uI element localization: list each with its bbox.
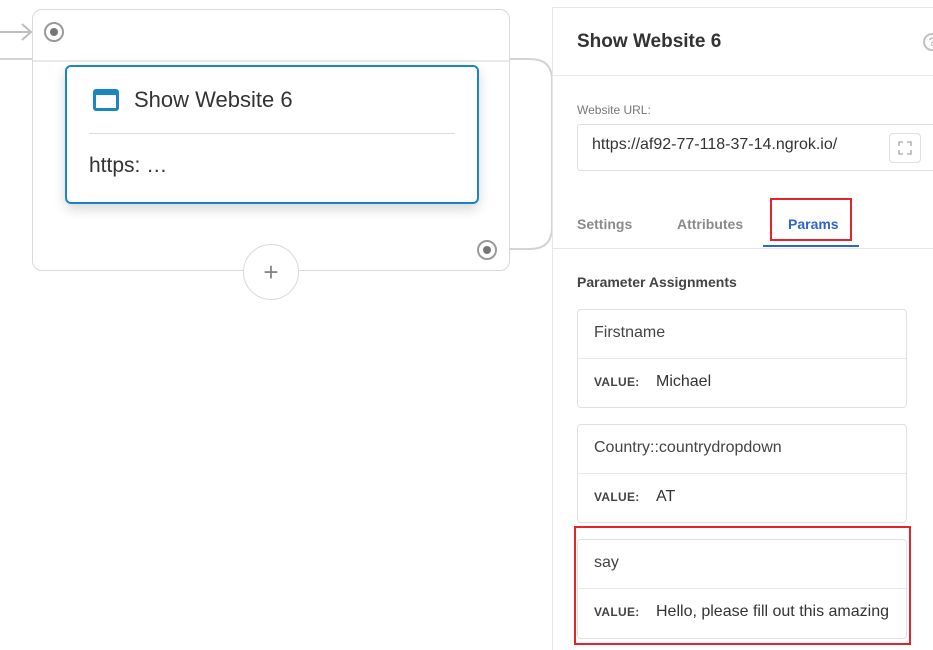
- tab-params[interactable]: Params: [788, 216, 839, 232]
- node-title: Show Website 6: [134, 87, 293, 112]
- plus-icon: +: [263, 257, 279, 287]
- param-value[interactable]: AT: [656, 488, 892, 506]
- param-card-firstname[interactable]: Firstname VALUE: Michael: [577, 309, 907, 408]
- param-divider: [578, 473, 906, 474]
- panel-header: Show Website 6 ?: [553, 8, 933, 76]
- input-port-icon[interactable]: [44, 22, 64, 42]
- param-name: say: [594, 554, 619, 571]
- tab-attributes[interactable]: Attributes: [677, 216, 743, 232]
- param-value-label: VALUE:: [594, 375, 640, 389]
- param-value[interactable]: Hello, please fill out this amazing: [656, 603, 892, 621]
- node-divider: [33, 60, 509, 62]
- website-url-input[interactable]: [592, 136, 877, 154]
- properties-panel: Show Website 6 ? Website URL: Settings A…: [552, 7, 933, 650]
- add-node-button[interactable]: +: [243, 244, 299, 300]
- active-tab-indicator: [763, 245, 859, 247]
- help-icon[interactable]: ?: [923, 33, 933, 51]
- param-value-label: VALUE:: [594, 490, 640, 504]
- website-url-field[interactable]: [577, 124, 933, 171]
- node-url-preview: https: …: [89, 154, 168, 177]
- expand-button[interactable]: [889, 133, 921, 163]
- param-name: Country::countrydropdown: [594, 439, 782, 456]
- param-divider: [578, 588, 906, 589]
- output-port-icon[interactable]: [477, 240, 497, 260]
- param-divider: [578, 358, 906, 359]
- expand-icon: [898, 141, 912, 155]
- tab-settings[interactable]: Settings: [577, 216, 632, 232]
- param-value[interactable]: Michael: [656, 373, 892, 391]
- param-card-country[interactable]: Country::countrydropdown VALUE: AT: [577, 424, 907, 523]
- website-url-label: Website URL:: [577, 103, 651, 117]
- flow-node-container[interactable]: Show Website 6 https: …: [32, 9, 510, 271]
- param-value-label: VALUE:: [594, 605, 640, 619]
- browser-window-icon: [93, 89, 119, 111]
- card-divider: [89, 133, 455, 134]
- parameter-assignments-title: Parameter Assignments: [577, 274, 737, 290]
- show-website-node-card[interactable]: Show Website 6 https: …: [65, 65, 479, 204]
- param-card-say[interactable]: say VALUE: Hello, please fill out this a…: [577, 539, 907, 639]
- flow-canvas: Show Website 6 https: … +: [0, 0, 552, 650]
- panel-title: Show Website 6: [577, 31, 722, 52]
- panel-tabs: Settings Attributes Params: [553, 198, 933, 249]
- param-name: Firstname: [594, 324, 666, 341]
